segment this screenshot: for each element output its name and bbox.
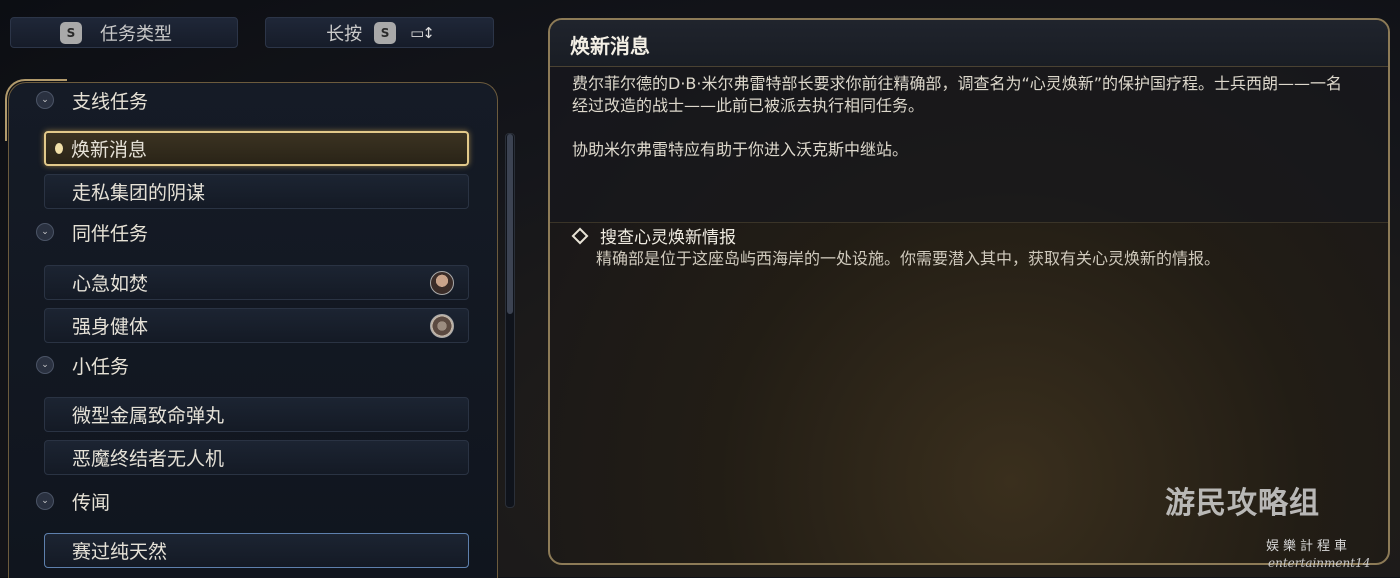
- quest-title: 焕新消息: [570, 34, 650, 58]
- category-side-quests[interactable]: ⌄ 支线任务: [36, 85, 148, 115]
- chevron-down-icon: ⌄: [36, 356, 54, 374]
- objective-description: 精确部是位于这座岛屿西海岸的一处设施。你需要潜入其中，获取有关心灵焕新的情报。: [596, 249, 1221, 268]
- objective-title: 搜查心灵焕新情报: [571, 223, 1332, 248]
- companion-avatar: [430, 270, 454, 295]
- watermark: 游民攻略组: [1165, 486, 1320, 521]
- quest-item-selected[interactable]: 焕新消息: [44, 131, 469, 166]
- objective-diamond-icon: [571, 227, 589, 244]
- watermark-logo: 娱樂計程車: [1266, 539, 1352, 554]
- quest-type-label: 任务类型: [100, 23, 172, 45]
- quest-item[interactable]: 恶魔终结者无人机: [44, 440, 469, 475]
- sort-icon: ▭↕: [410, 23, 435, 42]
- detail-header: 焕新消息: [550, 20, 1388, 67]
- quest-item[interactable]: 强身健体: [44, 308, 469, 343]
- hold-label: 长按: [326, 23, 363, 45]
- quest-objective: 搜查心灵焕新情报 精确部是位于这座岛屿西海岸的一处设施。你需要潜入其中，获取有关…: [571, 223, 1332, 269]
- category-minor-quests[interactable]: ⌄ 小任务: [36, 350, 129, 380]
- category-companion-quests[interactable]: ⌄ 同伴任务: [36, 217, 148, 247]
- quest-item[interactable]: 赛过纯天然: [44, 533, 469, 568]
- companion-avatar: [430, 313, 454, 338]
- quest-item[interactable]: 心急如焚: [44, 265, 469, 300]
- chevron-down-icon: ⌄: [36, 91, 54, 109]
- scrollbar-thumb[interactable]: [507, 134, 513, 314]
- description-paragraph: 费尔菲尔德的D·B·米尔弗雷特部长要求你前往精确部，调查名为“心灵焕新”的保护国…: [572, 74, 1343, 115]
- chevron-down-icon: ⌄: [36, 492, 54, 510]
- sort-button[interactable]: 长按 S ▭↕: [265, 17, 494, 48]
- category-rumors[interactable]: ⌄ 传闻: [36, 486, 110, 516]
- chevron-down-icon: ⌄: [36, 223, 54, 241]
- active-quest-icon: [55, 143, 63, 154]
- quest-type-filter-button[interactable]: S 任务类型: [10, 17, 238, 48]
- quest-list-scrollbar[interactable]: [505, 133, 515, 508]
- quest-item[interactable]: 微型金属致命弹丸: [44, 397, 469, 432]
- quest-item[interactable]: 走私集团的阴谋: [44, 174, 469, 209]
- s-key-icon: S: [374, 21, 397, 44]
- watermark-sub: entertainment14: [1268, 556, 1371, 570]
- s-key-icon: S: [60, 21, 82, 44]
- description-paragraph: 协助米尔弗雷特应有助于你进入沃克斯中继站。: [572, 140, 909, 159]
- quest-description: 费尔菲尔德的D·B·米尔弗雷特部长要求你前往精确部，调查名为“心灵焕新”的保护国…: [550, 67, 1388, 223]
